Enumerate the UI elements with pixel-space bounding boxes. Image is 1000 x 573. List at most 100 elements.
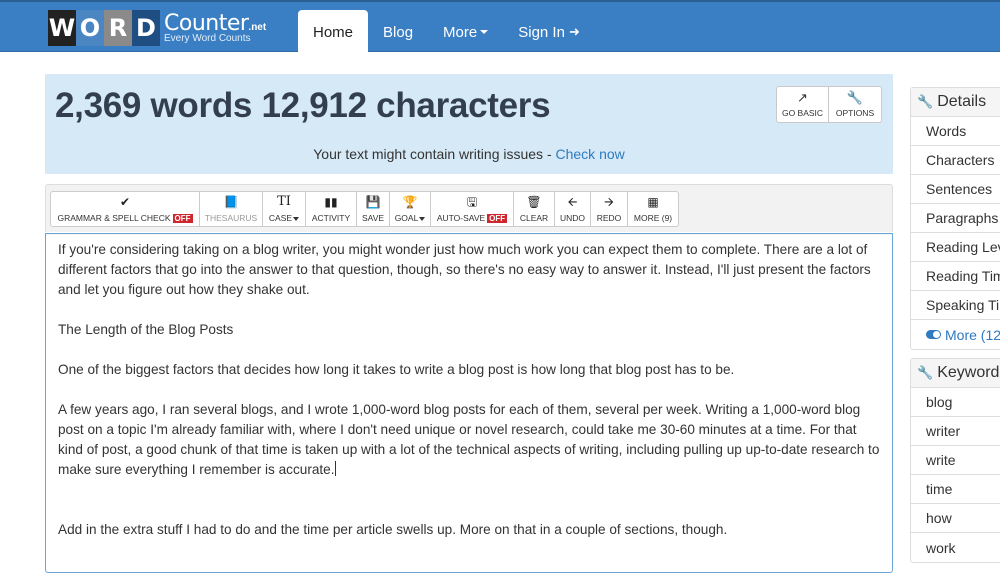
word-character-count: 2,369 words 12,912 characters: [55, 86, 551, 125]
undo-button[interactable]: 🡨 UNDO: [554, 191, 591, 227]
details-panel: 🔧 Details Words Characters Sentences Par…: [910, 87, 1000, 350]
undo-label: UNDO: [559, 213, 586, 223]
nav-home[interactable]: Home: [298, 10, 369, 54]
navbar: W O R D Counter.net Every Word Counts Ho…: [0, 0, 1000, 54]
redo-button[interactable]: 🡪 REDO: [590, 191, 628, 227]
auto-save-label-text: AUTO-SAVE: [436, 213, 486, 223]
go-basic-button[interactable]: ↗ GO BASIC: [776, 86, 829, 123]
details-item-words[interactable]: Words: [911, 117, 1000, 146]
check-now-link[interactable]: Check now: [556, 146, 625, 162]
editor-paragraph: If you're considering taking on a blog w…: [58, 242, 871, 297]
details-title: Details: [937, 93, 987, 110]
logo-tile: O: [76, 10, 104, 46]
clear-button[interactable]: 🗑 CLEAR: [513, 191, 555, 227]
checkmark-icon: ✔: [119, 195, 131, 209]
grammar-label-text: GRAMMAR & SPELL CHECK: [57, 213, 171, 223]
clear-label: CLEAR: [519, 213, 549, 223]
logo[interactable]: W O R D Counter.net Every Word Counts: [48, 10, 266, 46]
wrench-icon: 🔧: [917, 365, 934, 380]
editor-paragraph: A few years ago, I ran several blogs, an…: [58, 402, 880, 477]
book-icon: 📘: [223, 195, 239, 209]
keyword-item[interactable]: work: [911, 533, 1000, 562]
nav-blog[interactable]: Blog: [368, 10, 428, 54]
more-tools-label: MORE (9): [633, 213, 673, 223]
keyword-item[interactable]: time: [911, 475, 1000, 504]
keyword-item[interactable]: write: [911, 446, 1000, 475]
go-basic-label: GO BASIC: [781, 108, 824, 118]
case-dropdown-button[interactable]: TI CASE: [262, 191, 306, 227]
goal-dropdown-button[interactable]: 🏆 GOAL: [389, 191, 431, 227]
options-label: OPTIONS: [835, 108, 875, 118]
details-item-reading-level[interactable]: Reading Level: [911, 233, 1000, 262]
nav-sign-in-label: Sign In: [518, 23, 565, 41]
keyword-item[interactable]: how: [911, 504, 1000, 533]
bar-chart-icon: ▮▮: [324, 195, 338, 209]
main-nav: Home Blog More Sign In ➜: [298, 10, 595, 54]
text-editor[interactable]: If you're considering taking on a blog w…: [45, 233, 893, 573]
nav-more-label: More: [443, 23, 478, 41]
activity-label: ACTIVITY: [311, 213, 351, 223]
auto-save-label: AUTO-SAVE OFF: [436, 213, 508, 223]
details-header: 🔧 Details: [911, 88, 1000, 117]
logo-brand-name: Counter: [164, 10, 249, 36]
thesaurus-label: THESAURUS: [204, 213, 258, 223]
more-tools-button[interactable]: ▦ MORE (9): [627, 191, 679, 227]
details-item-sentences[interactable]: Sentences: [911, 175, 1000, 204]
goal-label-text: GOAL: [394, 213, 419, 223]
counter-panel: 2,369 words 12,912 characters ↗ GO BASIC…: [45, 74, 893, 174]
save-label: SAVE: [361, 213, 385, 223]
logo-tagline: Every Word Counts: [164, 32, 251, 44]
nav-home-label: Home: [313, 23, 354, 41]
details-item-speaking-time[interactable]: Speaking Time: [911, 291, 1000, 320]
grammar-spell-check-button[interactable]: ✔ GRAMMAR & SPELL CHECK OFF: [50, 191, 200, 227]
auto-save-button[interactable]: 🖫 AUTO-SAVE OFF: [430, 191, 514, 227]
caret-down-icon: [293, 216, 300, 221]
redo-label: REDO: [596, 213, 622, 223]
case-label-text: CASE: [268, 213, 293, 223]
details-item-characters[interactable]: Characters: [911, 146, 1000, 175]
case-label: CASE: [268, 213, 300, 223]
logo-tile: R: [104, 10, 132, 46]
editor-paragraph: The Length of the Blog Posts: [58, 322, 234, 337]
details-item-reading-time[interactable]: Reading Time: [911, 262, 1000, 291]
nav-more-dropdown[interactable]: More: [428, 10, 503, 54]
keyword-item[interactable]: blog: [911, 388, 1000, 417]
text-cursor: [334, 461, 336, 476]
grid-icon: ▦: [647, 195, 659, 209]
arrow-left-icon: 🡨: [567, 195, 578, 209]
keyword-header: 🔧 Keyword: [911, 359, 1000, 388]
keyword-item[interactable]: writer: [911, 417, 1000, 446]
auto-save-off-badge: OFF: [487, 214, 508, 223]
keyword-panel: 🔧 Keyword blog writer write time how wor…: [910, 358, 1000, 563]
external-link-icon: ↗: [797, 90, 808, 105]
logo-tile: W: [48, 10, 76, 46]
toggle-icon: [926, 330, 941, 339]
save-button[interactable]: 💾 SAVE: [356, 191, 390, 227]
details-more-toggle[interactable]: More (12): [911, 320, 1000, 349]
logo-brand: Counter.net Every Word Counts: [164, 10, 266, 44]
details-more-label: More (12): [945, 326, 1000, 343]
nav-blog-label: Blog: [383, 23, 414, 41]
trash-icon: 🗑: [526, 195, 542, 209]
arrow-right-icon: 🡪: [604, 195, 614, 209]
goal-label: GOAL: [395, 213, 426, 223]
sign-in-icon: ➜: [568, 24, 580, 39]
caret-down-icon: [419, 216, 426, 221]
writing-issues-text: Your text might contain writing issues -: [313, 146, 556, 162]
caret-down-icon: [480, 30, 489, 34]
grammar-spell-check-label: GRAMMAR & SPELL CHECK OFF: [57, 213, 193, 223]
activity-button[interactable]: ▮▮ ACTIVITY: [305, 191, 357, 227]
nav-sign-in[interactable]: Sign In ➜: [503, 10, 595, 54]
options-button[interactable]: 🔧 OPTIONS: [829, 86, 882, 123]
details-item-paragraphs[interactable]: Paragraphs: [911, 204, 1000, 233]
wrench-icon: 🔧: [846, 90, 864, 105]
writing-issues-notice: Your text might contain writing issues -…: [45, 146, 893, 162]
keyword-title: Keyword: [937, 364, 1000, 381]
text-case-icon: TI: [277, 194, 291, 209]
download-file-icon: 💾: [365, 195, 381, 209]
thesaurus-button[interactable]: 📘 THESAURUS: [199, 191, 263, 227]
logo-tile: D: [132, 10, 160, 46]
grammar-off-badge: OFF: [172, 214, 193, 223]
trophy-icon: 🏆: [402, 195, 418, 209]
editor-paragraph-with-cursor: A few years ago, I ran several blogs, an…: [58, 400, 880, 480]
